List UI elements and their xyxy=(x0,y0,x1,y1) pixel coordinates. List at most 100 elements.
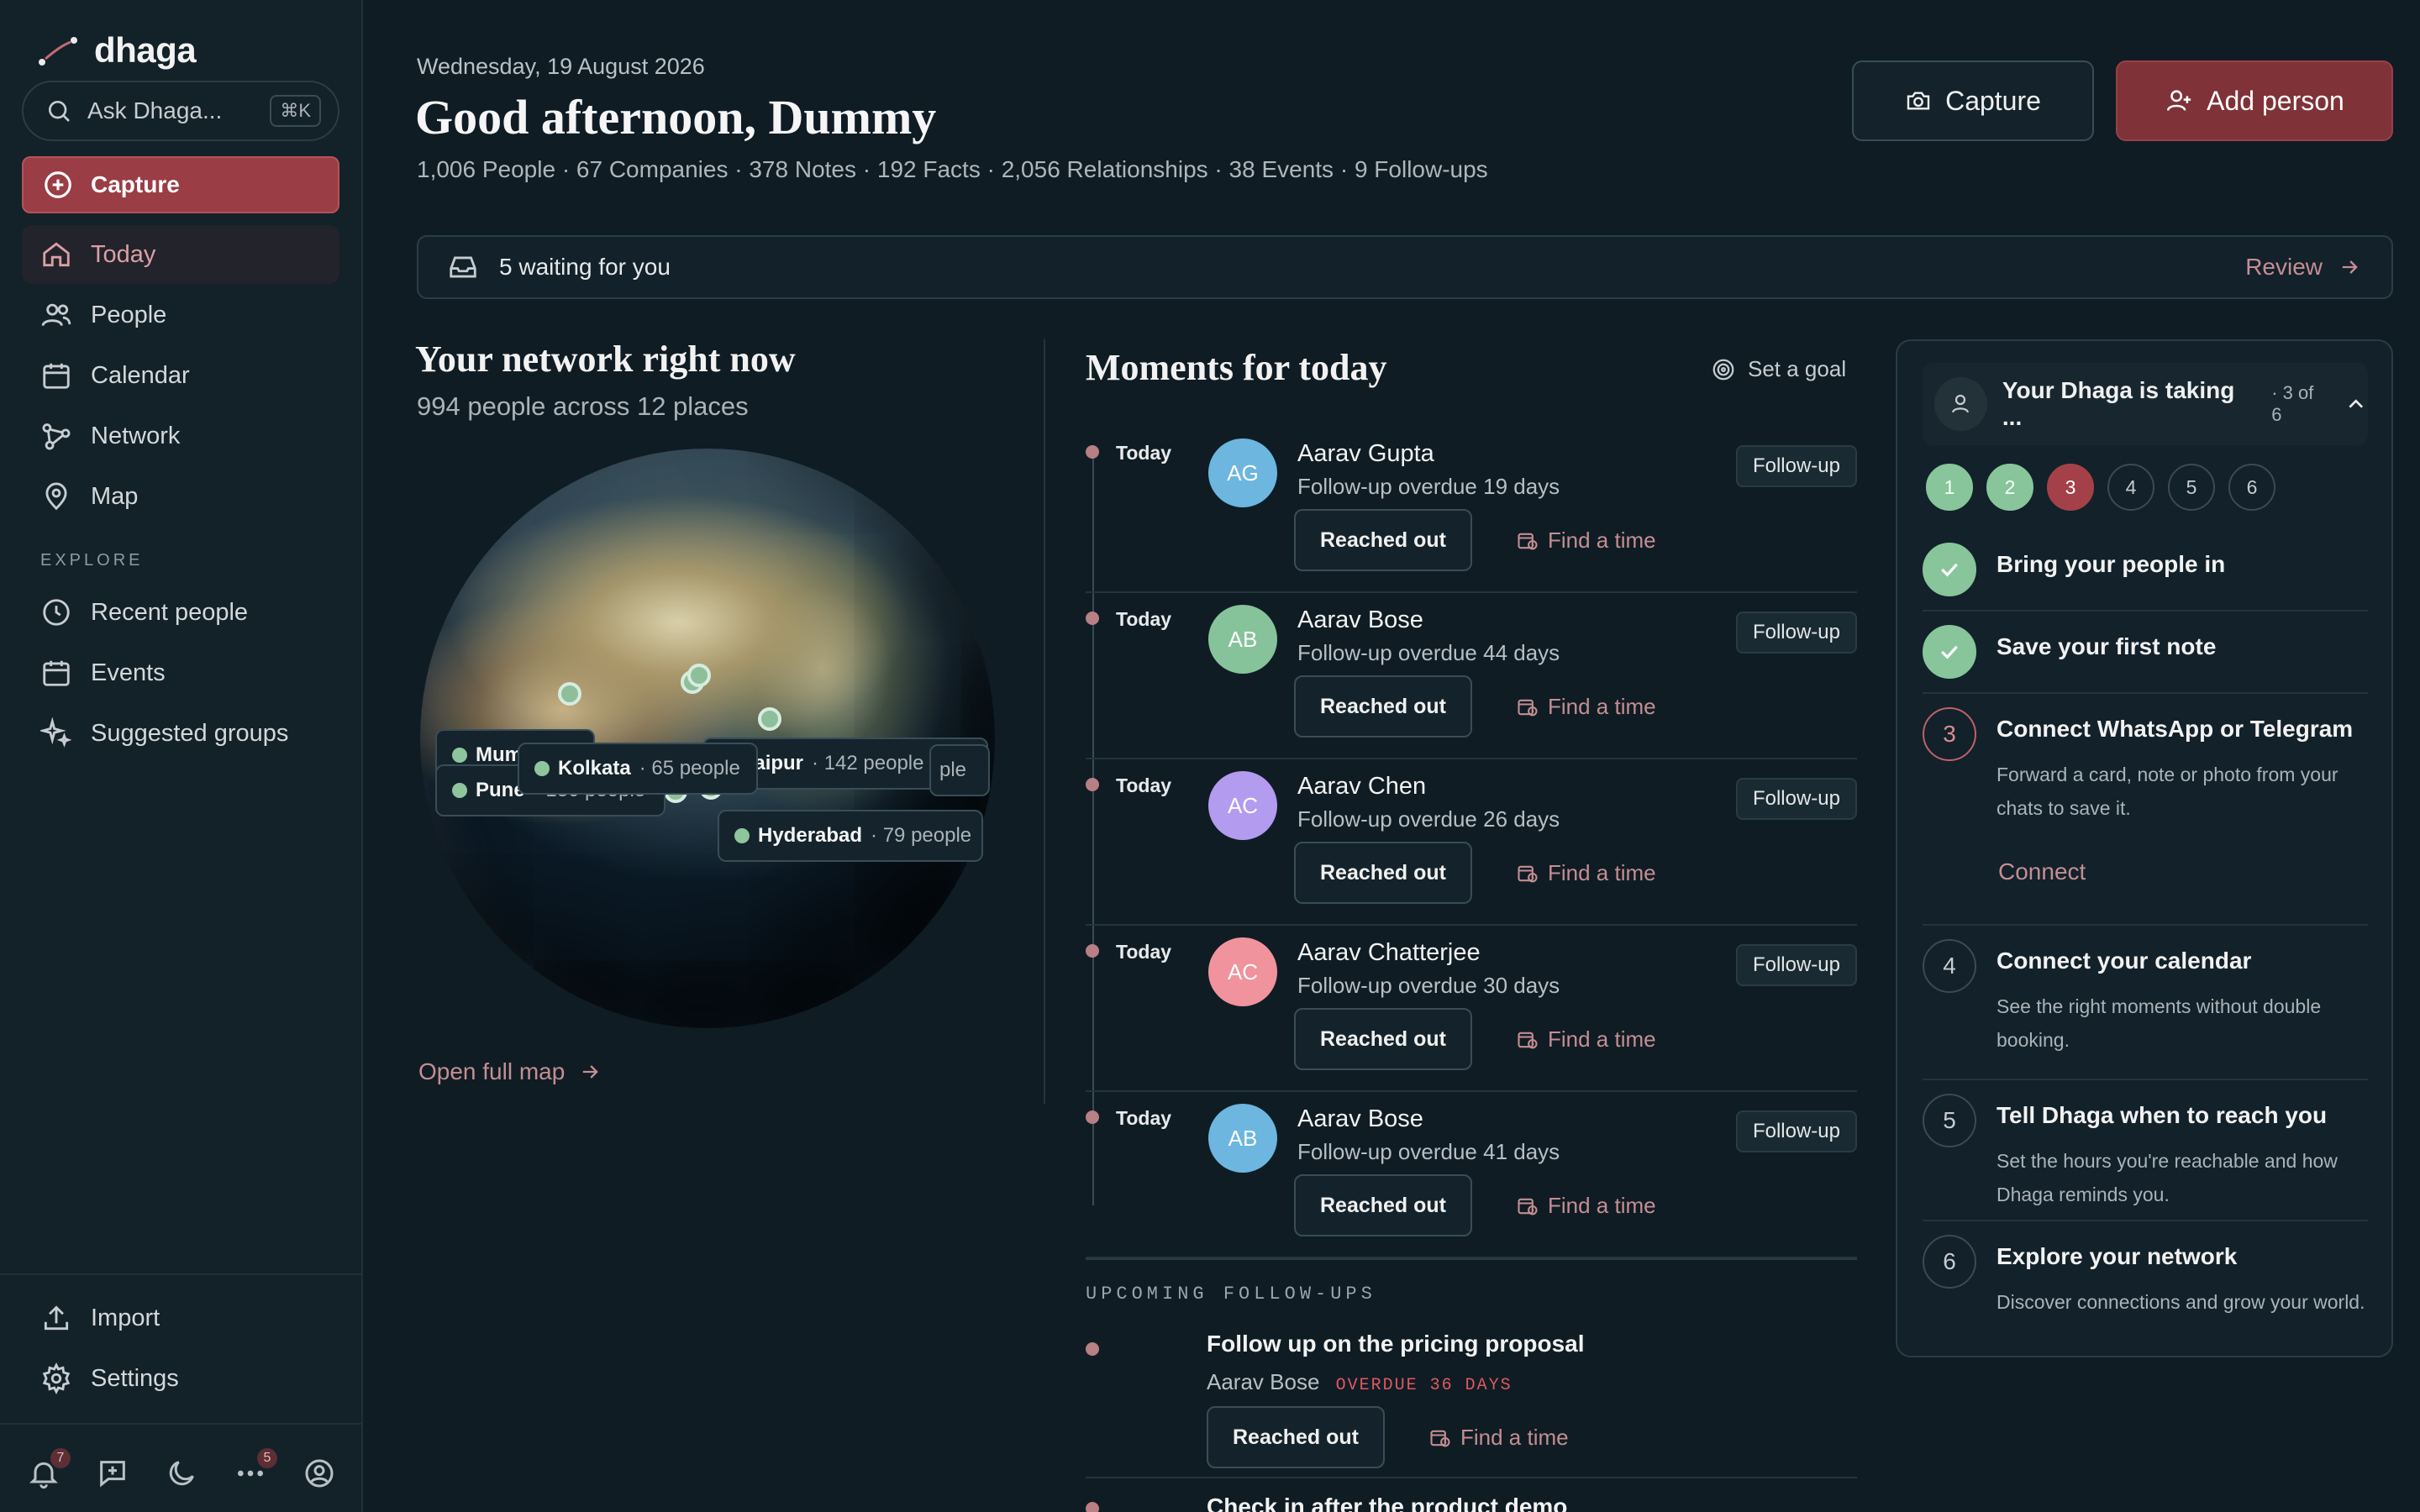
reached-out-button[interactable]: Reached out xyxy=(1294,1174,1472,1236)
reached-out-button[interactable]: Reached out xyxy=(1294,842,1472,904)
arrow-right-icon xyxy=(2342,260,2358,274)
moment-row: Today AB Aarav Bose Follow-up overdue 44… xyxy=(1086,593,1857,759)
city-count: ple xyxy=(939,759,967,781)
step-indicator[interactable]: 6 xyxy=(2228,464,2275,511)
capture-button[interactable]: Capture xyxy=(1852,60,2094,141)
waiting-banner[interactable]: 5 waiting for you Review xyxy=(417,235,2393,299)
sidebar-item-settings[interactable]: Settings xyxy=(22,1349,339,1408)
sidebar-item-network[interactable]: Network xyxy=(22,407,339,465)
set-goal-button[interactable]: Set a goal xyxy=(1711,356,1846,382)
sidebar-item-import[interactable]: Import xyxy=(22,1289,339,1347)
sidebar-item-map[interactable]: Map xyxy=(22,467,339,526)
task-title: Save your first note xyxy=(1996,633,2217,659)
find-a-time-button[interactable]: Find a time xyxy=(1516,694,1656,720)
page-title: Good afternoon, Dummy xyxy=(415,90,937,144)
moment-tag: Follow-up xyxy=(1735,445,1857,487)
feedback-button[interactable] xyxy=(96,1457,129,1490)
step-number: 5 xyxy=(1923,1094,1976,1147)
waiting-text: 5 waiting for you xyxy=(499,254,671,280)
sidebar-item-suggested-groups[interactable]: Suggested groups xyxy=(22,704,339,763)
find-a-time-label: Find a time xyxy=(1548,1026,1656,1052)
city-label-hyderabad[interactable]: Hyderabad · 79 people xyxy=(718,810,983,862)
sidebar-item-label: Events xyxy=(91,659,166,686)
person-name[interactable]: Aarav Bose xyxy=(1297,606,1423,634)
step-indicator[interactable]: 3 xyxy=(2047,464,2094,511)
app-name: dhaga xyxy=(94,30,197,70)
followup-title[interactable]: Check in after the product demo xyxy=(1207,1494,1567,1512)
add-person-button[interactable]: Add person xyxy=(2116,60,2393,141)
city-dot xyxy=(734,828,750,843)
map-pin[interactable] xyxy=(558,682,581,706)
avatar[interactable]: AG xyxy=(1208,438,1277,507)
reached-out-button[interactable]: Reached out xyxy=(1294,1008,1472,1070)
task-description: See the right moments without double boo… xyxy=(1996,995,2322,1051)
map-pin[interactable] xyxy=(687,664,711,687)
map-pin[interactable] xyxy=(758,707,781,731)
review-link[interactable]: Review xyxy=(2245,254,2361,281)
timeline-dot xyxy=(1086,445,1099,459)
connect-button[interactable]: Connect xyxy=(1998,858,2086,885)
avatar[interactable]: AC xyxy=(1208,937,1277,1006)
find-a-time-button[interactable]: Find a time xyxy=(1516,860,1656,886)
person-name[interactable]: Aarav Gupta xyxy=(1297,440,1434,468)
city-label-kolkata[interactable]: Kolkata · 65 people xyxy=(518,743,758,795)
arrow-right-icon xyxy=(583,1065,599,1079)
moment-row: Today AC Aarav Chen Follow-up overdue 26… xyxy=(1086,759,1857,926)
sidebar-item-people[interactable]: People xyxy=(22,286,339,344)
person-name[interactable]: Aarav Chen xyxy=(1297,773,1426,801)
more-button[interactable]: 5 xyxy=(234,1448,277,1490)
city-name: Mum xyxy=(476,743,523,766)
network-globe[interactable]: Mum Pune · 130 people Jaipur · 142 peopl… xyxy=(420,449,995,1028)
upcoming-followup-row: Check in after the product demo xyxy=(1086,1490,1857,1512)
chevron-up-icon[interactable] xyxy=(2344,391,2368,417)
sidebar-item-events[interactable]: Events xyxy=(22,643,339,702)
onboarding-task[interactable]: 3 Connect WhatsApp or Telegram Forward a… xyxy=(1923,707,2368,926)
reached-out-button[interactable]: Reached out xyxy=(1294,509,1472,571)
find-a-time-button[interactable]: Find a time xyxy=(1516,1193,1656,1219)
sidebar-bottom-bar: 7 5 xyxy=(0,1435,363,1512)
search-input[interactable]: Ask Dhaga... ⌘K xyxy=(22,81,339,141)
calendar-clock-icon xyxy=(1518,1198,1538,1215)
onboarding-task[interactable]: 6 Explore your network Discover connecti… xyxy=(1923,1221,2368,1347)
explore-section-label: EXPLORE xyxy=(40,551,144,570)
followup-title[interactable]: Follow up on the pricing proposal xyxy=(1207,1331,1585,1357)
moment-tag: Follow-up xyxy=(1735,778,1857,820)
sidebar-item-label: Suggested groups xyxy=(91,719,289,747)
step-indicator[interactable]: 1 xyxy=(1926,464,1973,511)
notifications-button[interactable]: 7 xyxy=(27,1448,71,1490)
plus-circle-icon xyxy=(45,171,71,198)
sidebar-item-recent-people[interactable]: Recent people xyxy=(22,583,339,642)
find-a-time-button[interactable]: Find a time xyxy=(1516,1026,1656,1053)
moment-when: Today xyxy=(1116,774,1172,796)
person-name[interactable]: Aarav Chatterjee xyxy=(1297,939,1481,967)
app-logo[interactable]: dhaga xyxy=(37,30,197,71)
theme-toggle-button[interactable] xyxy=(165,1457,198,1490)
task-title: Bring your people in xyxy=(1996,551,2226,577)
person-name[interactable]: Aarav Bose xyxy=(1297,1105,1423,1133)
step-indicator[interactable]: 4 xyxy=(2107,464,2154,511)
reached-out-button[interactable]: Reached out xyxy=(1207,1406,1385,1468)
reached-out-button[interactable]: Reached out xyxy=(1294,675,1472,738)
calendar-clock-icon xyxy=(1518,699,1538,716)
avatar[interactable]: AB xyxy=(1208,605,1277,674)
onboarding-task[interactable]: 4 Connect your calendar See the right mo… xyxy=(1923,939,2368,1080)
onboarding-task[interactable]: 5 Tell Dhaga when to reach you Set the h… xyxy=(1923,1080,2368,1221)
sidebar-capture-button[interactable]: Capture xyxy=(22,156,339,213)
step-indicator[interactable]: 2 xyxy=(1986,464,2033,511)
task-title: Tell Dhaga when to reach you xyxy=(1996,1102,2328,1128)
account-button[interactable] xyxy=(302,1457,336,1490)
step-indicator[interactable]: 5 xyxy=(2168,464,2215,511)
sidebar-item-today[interactable]: Today xyxy=(22,225,339,284)
open-full-map-link[interactable]: Open full map xyxy=(418,1058,602,1085)
find-a-time-button[interactable]: Find a time xyxy=(1428,1425,1569,1451)
onboarding-header[interactable]: Your Dhaga is taking ... · 3 of 6 xyxy=(1923,363,2368,445)
onboarding-task[interactable]: Bring your people in xyxy=(1923,543,2368,612)
avatar[interactable]: AB xyxy=(1208,1104,1277,1173)
calendar-clock-icon xyxy=(1518,533,1538,549)
city-label-partial[interactable]: ple xyxy=(929,744,990,796)
camera-icon xyxy=(1907,92,1930,110)
onboarding-task[interactable]: Save your first note xyxy=(1923,625,2368,694)
sidebar-item-calendar[interactable]: Calendar xyxy=(22,346,339,405)
avatar[interactable]: AC xyxy=(1208,771,1277,840)
find-a-time-button[interactable]: Find a time xyxy=(1516,528,1656,554)
